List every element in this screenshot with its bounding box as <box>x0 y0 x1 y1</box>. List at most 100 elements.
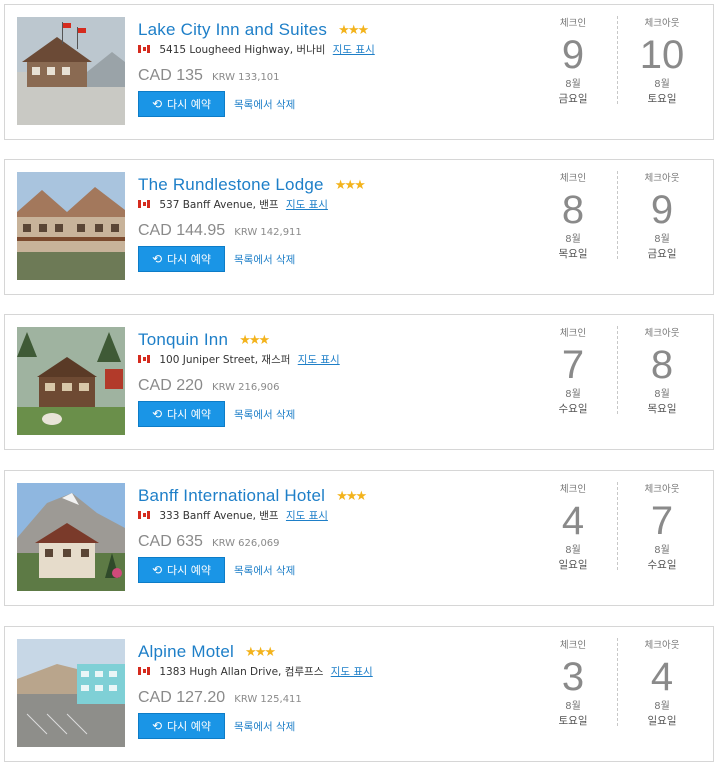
checkin-month: 8월 <box>565 545 581 556</box>
hotel-photo[interactable] <box>17 17 125 125</box>
remove-from-list-link[interactable]: 목록에서 삭제 <box>234 407 295 422</box>
checkout-date: 체크아웃 7 8월 수요일 <box>632 481 692 572</box>
hotel-name-link[interactable]: Alpine Motel <box>138 642 234 661</box>
checkin-day: 8 <box>561 188 585 232</box>
checkout-label: 체크아웃 <box>644 484 680 495</box>
remove-from-list-link[interactable]: 목록에서 삭제 <box>234 563 295 578</box>
checkin-label: 체크인 <box>559 328 587 339</box>
rebook-button[interactable]: ⟲ 다시 예약 <box>138 713 225 739</box>
checkin-weekday: 목요일 <box>558 248 588 260</box>
star-rating: ★★★ <box>239 333 270 348</box>
refresh-icon: ⟲ <box>151 563 163 577</box>
checkin-month: 8월 <box>565 234 581 245</box>
rebook-button[interactable]: ⟲ 다시 예약 <box>138 401 225 427</box>
checkout-month: 8월 <box>654 545 670 556</box>
checkin-date: 체크인 3 8월 토요일 <box>543 637 603 728</box>
price: CAD 144.95 <box>138 222 226 239</box>
checkout-day: 4 <box>650 655 674 699</box>
hotel-name-link[interactable]: Banff International Hotel <box>138 486 325 505</box>
hotel-photo[interactable] <box>17 172 125 280</box>
checkout-weekday: 금요일 <box>647 248 677 260</box>
checkout-month: 8월 <box>654 234 670 245</box>
checkout-label: 체크아웃 <box>644 640 680 651</box>
checkin-month: 8월 <box>565 79 581 90</box>
checkout-month: 8월 <box>654 389 670 400</box>
show-map-link[interactable]: 지도 표시 <box>286 510 328 522</box>
price-krw: KRW 133,101 <box>212 72 280 83</box>
checkin-day: 9 <box>561 33 585 77</box>
hotel-name-link[interactable]: Tonquin Inn <box>138 330 228 349</box>
checkout-weekday: 토요일 <box>647 93 677 105</box>
hotel-address: 537 Banff Avenue, 밴프 <box>159 199 279 211</box>
checkout-month: 8월 <box>654 79 670 90</box>
date-divider <box>617 482 618 570</box>
price: CAD 127.20 <box>138 689 226 706</box>
rebook-label: 다시 예약 <box>167 408 212 421</box>
hotel-address: 5415 Lougheed Highway, 버나비 <box>159 44 326 56</box>
canada-flag-icon <box>138 45 150 53</box>
show-map-link[interactable]: 지도 표시 <box>331 666 373 678</box>
price-krw: KRW 216,906 <box>212 382 280 393</box>
checkin-label: 체크인 <box>559 640 587 651</box>
refresh-icon: ⟲ <box>151 252 163 266</box>
checkin-date: 체크인 9 8월 금요일 <box>543 15 603 106</box>
hotel-address: 100 Juniper Street, 재스퍼 <box>159 354 291 366</box>
checkin-date: 체크인 4 8월 일요일 <box>543 481 603 572</box>
hotel-card: Tonquin Inn ★★★ 100 Juniper Street, 재스퍼 … <box>4 314 714 450</box>
star-rating: ★★★ <box>338 23 369 38</box>
refresh-icon: ⟲ <box>151 97 163 111</box>
checkin-day: 3 <box>561 655 585 699</box>
checkin-weekday: 토요일 <box>558 715 588 727</box>
checkout-date: 체크아웃 4 8월 일요일 <box>632 637 692 728</box>
checkout-day: 8 <box>650 343 674 387</box>
rebook-button[interactable]: ⟲ 다시 예약 <box>138 557 225 583</box>
rebook-button[interactable]: ⟲ 다시 예약 <box>138 246 225 272</box>
date-divider <box>617 326 618 414</box>
checkin-label: 체크인 <box>559 173 587 184</box>
checkout-date: 체크아웃 10 8월 토요일 <box>632 15 692 106</box>
canada-flag-icon <box>138 667 150 675</box>
checkout-weekday: 목요일 <box>647 403 677 415</box>
price-krw: KRW 142,911 <box>234 227 302 238</box>
checkout-label: 체크아웃 <box>644 18 680 29</box>
hotel-photo[interactable] <box>17 327 125 435</box>
canada-flag-icon <box>138 200 150 208</box>
rebook-button[interactable]: ⟲ 다시 예약 <box>138 91 225 117</box>
checkout-weekday: 일요일 <box>647 715 677 727</box>
checkin-date: 체크인 7 8월 수요일 <box>543 325 603 416</box>
remove-from-list-link[interactable]: 목록에서 삭제 <box>234 252 295 267</box>
hotel-name-link[interactable]: The Rundlestone Lodge <box>138 175 324 194</box>
checkout-date: 체크아웃 9 8월 금요일 <box>632 170 692 261</box>
date-divider <box>617 171 618 259</box>
canada-flag-icon <box>138 355 150 363</box>
checkout-day: 10 <box>639 33 685 77</box>
refresh-icon: ⟲ <box>151 407 163 421</box>
show-map-link[interactable]: 지도 표시 <box>298 354 340 366</box>
hotel-name-link[interactable]: Lake City Inn and Suites <box>138 20 327 39</box>
hotel-photo[interactable] <box>17 483 125 591</box>
checkout-weekday: 수요일 <box>647 559 677 571</box>
star-rating: ★★★ <box>336 489 367 504</box>
checkin-label: 체크인 <box>559 484 587 495</box>
hotel-card: The Rundlestone Lodge ★★★ 537 Banff Aven… <box>4 159 714 295</box>
remove-from-list-link[interactable]: 목록에서 삭제 <box>234 97 295 112</box>
checkin-weekday: 수요일 <box>558 403 588 415</box>
star-rating: ★★★ <box>245 645 276 660</box>
rebook-label: 다시 예약 <box>167 720 212 733</box>
price-krw: KRW 125,411 <box>234 694 302 705</box>
remove-from-list-link[interactable]: 목록에서 삭제 <box>234 719 295 734</box>
hotel-photo[interactable] <box>17 639 125 747</box>
price: CAD 220 <box>138 377 203 394</box>
checkout-day: 7 <box>650 499 674 543</box>
price: CAD 135 <box>138 67 203 84</box>
rebook-label: 다시 예약 <box>167 253 212 266</box>
show-map-link[interactable]: 지도 표시 <box>333 44 375 56</box>
show-map-link[interactable]: 지도 표시 <box>286 199 328 211</box>
date-divider <box>617 16 618 104</box>
hotel-card: Banff International Hotel ★★★ 333 Banff … <box>4 470 714 606</box>
checkout-label: 체크아웃 <box>644 328 680 339</box>
hotel-address: 333 Banff Avenue, 밴프 <box>159 510 279 522</box>
checkin-label: 체크인 <box>559 18 587 29</box>
checkout-month: 8월 <box>654 701 670 712</box>
checkin-weekday: 금요일 <box>558 93 588 105</box>
